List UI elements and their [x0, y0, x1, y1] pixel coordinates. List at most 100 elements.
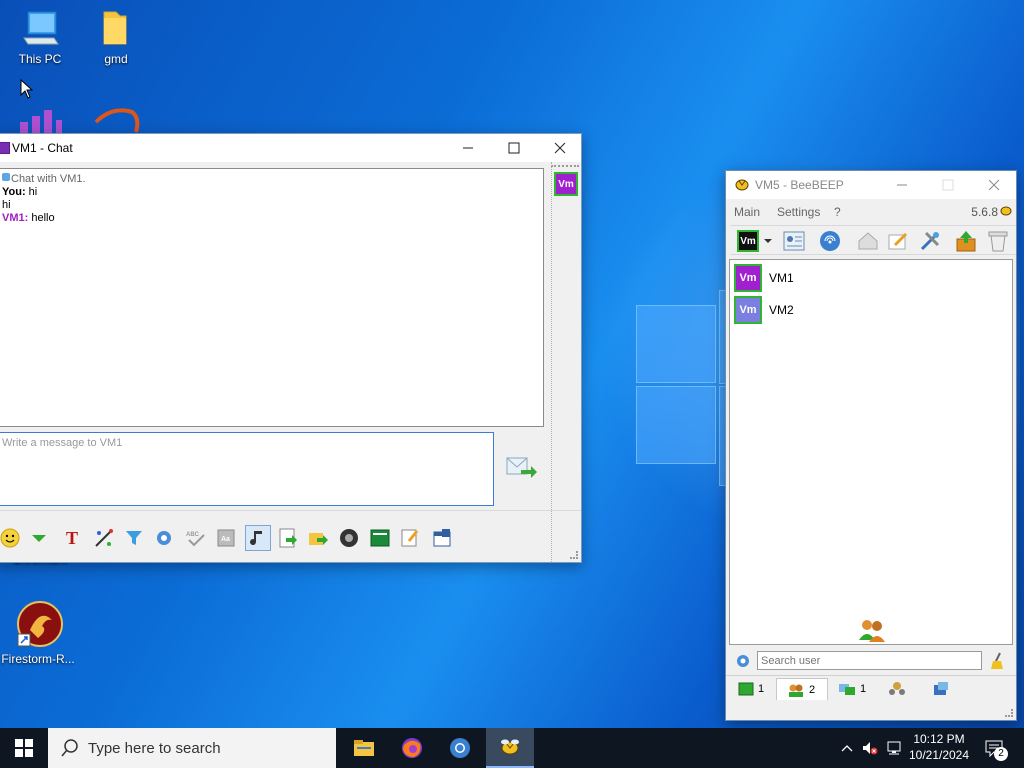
dictionary-icon: Aa — [217, 529, 235, 547]
chevron-down-icon — [764, 239, 772, 243]
search-user-input[interactable] — [757, 651, 982, 670]
user-avatar: Vm — [734, 264, 762, 292]
home-icon — [858, 232, 878, 250]
tab-chats[interactable]: 1 — [732, 678, 774, 700]
file-explorer-icon — [354, 740, 374, 756]
search-icon — [61, 739, 78, 757]
maximize-button[interactable] — [928, 171, 968, 199]
tab-users[interactable]: 2 — [776, 678, 828, 700]
beebeep-titlebar[interactable]: VM5 - BeeBEEP — [726, 171, 1016, 199]
my-status-button[interactable]: Vm — [736, 229, 760, 253]
chat-titlebar[interactable]: VM1 - Chat — [0, 134, 581, 162]
menu-main[interactable]: Main — [734, 205, 760, 219]
desktop-icon-label: gmd — [104, 52, 128, 66]
beebeep-title: VM5 - BeeBEEP — [755, 178, 844, 192]
users-tab-icon — [789, 684, 803, 697]
partial-app-icon — [92, 106, 142, 134]
minimize-button[interactable] — [445, 134, 491, 162]
font-button[interactable]: T — [61, 527, 83, 549]
menu-help[interactable]: ? — [834, 205, 841, 219]
taskbar: Type here to search 10:12 PM 10/21/2024 … — [0, 728, 1024, 768]
clear-button[interactable] — [986, 229, 1010, 253]
pencil-note-icon — [888, 232, 908, 250]
taskbar-file-explorer[interactable] — [340, 728, 388, 768]
clear-search-icon[interactable] — [990, 652, 1006, 670]
user-name: VM1 — [769, 271, 794, 285]
settings-button[interactable] — [153, 527, 175, 549]
profile-button[interactable] — [782, 229, 806, 253]
beebeep-menubar: Main Settings ? 5.6.8 — [726, 203, 1016, 221]
close-button[interactable] — [974, 171, 1014, 199]
user-name: VM2 — [769, 303, 794, 317]
chat-message: hi — [2, 199, 11, 211]
detach-button[interactable] — [431, 527, 453, 549]
taskbar-clock[interactable]: 10:12 PM 10/21/2024 — [908, 731, 970, 763]
spellcheck-button[interactable]: ABC — [185, 527, 207, 549]
share-box-button[interactable] — [954, 229, 978, 253]
chat-tab-icon — [738, 682, 754, 696]
maximize-button[interactable] — [491, 134, 537, 162]
notifications-button[interactable]: 2 — [980, 728, 1010, 768]
resize-grip[interactable] — [570, 551, 578, 559]
sound-button[interactable] — [245, 525, 271, 551]
bee-small-icon — [1000, 206, 1012, 216]
user-list-item[interactable]: Vm VM1 — [734, 264, 1004, 292]
filter-button[interactable] — [123, 527, 145, 549]
color-pen-icon — [95, 529, 113, 547]
emoticons-button[interactable] — [0, 527, 21, 549]
screenshot-button[interactable] — [338, 527, 360, 549]
partial-app-icon — [18, 108, 66, 134]
close-icon — [988, 179, 1000, 191]
desktop-icon-this-pc[interactable]: This PC — [0, 8, 80, 66]
peer-avatar[interactable]: Vm — [554, 172, 578, 196]
edit-note-button[interactable] — [399, 527, 421, 549]
chat-body: Chat with VM1. You: hi hi VM1: hello Vm … — [0, 162, 581, 562]
chat-app-icon — [0, 142, 10, 154]
search-settings-icon[interactable] — [735, 653, 751, 669]
share-box-icon — [956, 231, 976, 252]
taskbar-search[interactable]: Type here to search — [48, 728, 336, 768]
home-button[interactable] — [856, 229, 880, 253]
tab-file-sharing[interactable] — [930, 678, 960, 700]
send-button[interactable] — [505, 454, 537, 482]
emoticons-dropdown-button[interactable] — [28, 527, 50, 549]
window-detach-icon — [433, 529, 451, 547]
dictionary-button[interactable]: Aa — [215, 527, 237, 549]
font-color-button[interactable] — [93, 527, 115, 549]
menu-settings[interactable]: Settings — [777, 205, 820, 219]
smiley-icon — [0, 528, 20, 548]
clock-date: 10/21/2024 — [908, 748, 970, 762]
file-share-tab-icon — [934, 682, 948, 695]
taskbar-firefox[interactable] — [388, 728, 436, 768]
note-button[interactable] — [886, 229, 910, 253]
volume-button[interactable] — [860, 728, 880, 768]
resize-grip[interactable] — [1005, 709, 1013, 717]
show-hidden-icons-button[interactable] — [838, 728, 856, 768]
minimize-button[interactable] — [882, 171, 922, 199]
desktop-icon-gmd[interactable]: gmd — [76, 8, 156, 66]
message-input[interactable]: Write a message to VM1 — [0, 432, 494, 506]
tab-groups[interactable]: 1 — [834, 678, 878, 700]
user-list-item[interactable]: Vm VM2 — [734, 296, 1004, 324]
folder-share-icon — [309, 533, 328, 545]
tools-button[interactable] — [918, 229, 942, 253]
send-file-button[interactable] — [277, 527, 299, 549]
computer-icon — [18, 8, 62, 48]
start-button[interactable] — [0, 728, 48, 768]
camera-icon — [340, 529, 358, 547]
chat-window-title: VM1 - Chat — [12, 141, 73, 155]
firefox-icon — [402, 738, 422, 758]
save-chat-button[interactable] — [369, 527, 391, 549]
network-icon — [820, 231, 840, 251]
taskbar-beebeep[interactable] — [486, 728, 534, 768]
chat-messages-area[interactable]: Chat with VM1. You: hi hi VM1: hello — [0, 168, 544, 427]
taskbar-chromium[interactable] — [436, 728, 484, 768]
network-status-button[interactable] — [884, 728, 904, 768]
network-button[interactable] — [818, 229, 842, 253]
status-dropdown-button[interactable] — [762, 229, 774, 253]
close-button[interactable] — [537, 134, 583, 162]
desktop-icon-firestorm[interactable]: Firestorm-R... — [0, 600, 78, 666]
tab-workgroups[interactable] — [886, 678, 918, 700]
send-folder-button[interactable] — [307, 527, 329, 549]
chevron-down-icon — [32, 535, 46, 542]
